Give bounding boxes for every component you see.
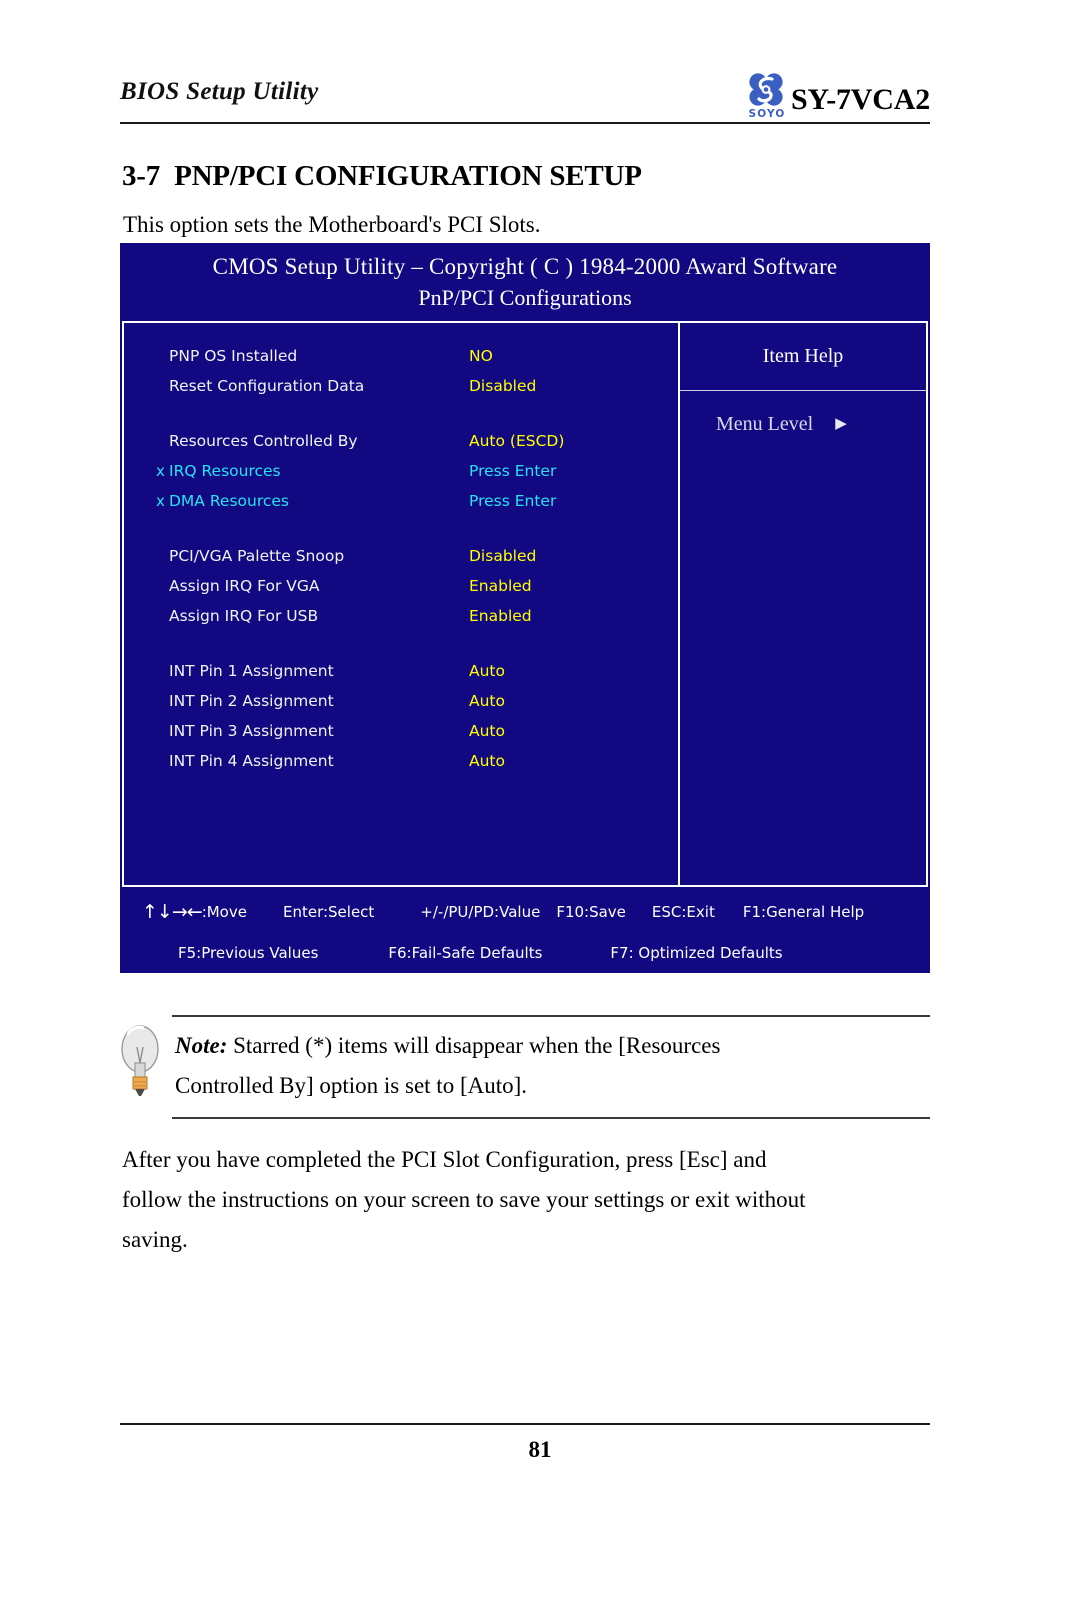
bios-screen: CMOS Setup Utility – Copyright ( C ) 198… <box>120 243 930 973</box>
key-optimized-defaults: F7: Optimized Defaults <box>610 943 783 962</box>
bios-option-value[interactable]: Enabled <box>469 577 532 595</box>
note-block: Note: Starred (*) items will disappear w… <box>110 1015 930 1119</box>
bios-option-label: Reset Configuration Data <box>169 377 365 395</box>
bios-option-label: PNP OS Installed <box>169 347 298 365</box>
bios-title-line2: PnP/PCI Configurations <box>418 284 632 310</box>
soyo-logo: SOYO <box>744 72 790 120</box>
menu-level-label: Menu Level <box>716 413 814 435</box>
bios-option-row[interactable]: PCI/VGA Palette Snoop Disabled <box>124 541 678 571</box>
menu-level-row: Menu Level ▶ <box>680 391 926 436</box>
section-number: 3-7 <box>122 160 161 192</box>
bios-option-spacer <box>124 631 678 656</box>
bios-options-panel: PNP OS Installed NO Reset Configuration Da… <box>124 323 680 885</box>
bios-option-label: INT Pin 4 Assignment <box>169 752 334 770</box>
bios-option-value[interactable]: Disabled <box>469 377 536 395</box>
brand-lockup: SOYO SY-7VCA2 <box>744 72 930 120</box>
key-general-help: F1:General Help <box>742 902 865 921</box>
bios-option-row[interactable]: Assign IRQ For VGA Enabled <box>124 571 678 601</box>
board-model: SY-7VCA2 <box>791 83 930 116</box>
item-help-title: Item Help <box>680 323 926 391</box>
bios-option-spacer <box>124 401 678 426</box>
section-heading-text: PNP/PCI CONFIGURATION SETUP <box>174 160 642 192</box>
footer-divider <box>120 1423 930 1425</box>
bios-option-label: Assign IRQ For VGA <box>169 577 320 595</box>
bios-body: PNP OS Installed NO Reset Configuration Da… <box>122 321 928 887</box>
bios-option-label: Resources Controlled By <box>169 432 358 450</box>
bios-option-value[interactable]: Auto <box>469 722 505 740</box>
key-exit: ESC:Exit <box>651 902 715 921</box>
paragraph-line-3: saving. <box>122 1227 188 1252</box>
bios-option-row[interactable]: INT Pin 2 Assignment Auto <box>124 686 678 716</box>
page-header: BIOS Setup Utility SOYO SY-7VCA2 <box>120 72 930 124</box>
note-body: Note: Starred (*) items will disappear w… <box>172 1015 930 1119</box>
lightbulb-icon <box>121 1025 159 1096</box>
bios-titlebar: CMOS Setup Utility – Copyright ( C ) 198… <box>120 243 930 321</box>
chevron-right-icon: ▶ <box>835 416 847 432</box>
soyo-clover-logo-icon <box>749 73 783 106</box>
bios-option-label: INT Pin 3 Assignment <box>169 722 334 740</box>
body-paragraph: After you have completed the PCI Slot Co… <box>122 1140 922 1260</box>
paragraph-line-2: follow the instructions on your screen t… <box>122 1187 806 1212</box>
bios-option-marker: x <box>156 492 165 510</box>
note-line-1: Note: Starred (*) items will disappear w… <box>172 1026 930 1066</box>
note-label: Note: <box>175 1033 228 1058</box>
bios-option-row[interactable]: Resources Controlled By Auto (ESCD) <box>124 426 678 456</box>
bios-option-value[interactable]: Press Enter <box>469 462 556 480</box>
page-title: 3-7 PNP/PCI CONFIGURATION SETUP <box>122 160 642 193</box>
bios-option-row[interactable]: Assign IRQ For USB Enabled <box>124 601 678 631</box>
key-value: +/-/PU/PD:Value <box>420 902 541 921</box>
bios-option-label: INT Pin 2 Assignment <box>169 692 334 710</box>
note-text-1: Starred (*) items will disappear when th… <box>227 1033 721 1058</box>
bios-option-row[interactable]: INT Pin 1 Assignment Auto <box>124 656 678 686</box>
key-move-label: :Move <box>201 902 247 921</box>
bios-option-row[interactable]: x DMA Resources Press Enter <box>124 486 678 516</box>
bios-option-row[interactable]: INT Pin 4 Assignment Auto <box>124 746 678 776</box>
key-failsafe-defaults: F6:Fail-Safe Defaults <box>388 943 543 962</box>
bios-option-list: PNP OS Installed NO Reset Configuration Da… <box>124 341 678 776</box>
bios-option-value[interactable]: Auto (ESCD) <box>469 432 564 450</box>
paragraph-line-1: After you have completed the PCI Slot Co… <box>122 1147 767 1172</box>
section-subtitle: This option sets the Motherboard's PCI S… <box>123 212 541 237</box>
bios-option-label: PCI/VGA Palette Snoop <box>169 547 345 565</box>
bios-key-legend: ↑↓→←:Move Enter:Select +/-/PU/PD:Value F… <box>120 891 930 973</box>
key-previous-values: F5:Previous Values <box>178 943 319 962</box>
bios-option-value[interactable]: NO <box>469 347 493 365</box>
bios-option-value[interactable]: Auto <box>469 662 505 680</box>
bios-option-value[interactable]: Auto <box>469 692 505 710</box>
bios-option-value[interactable]: Press Enter <box>469 492 556 510</box>
bios-option-label: Assign IRQ For USB <box>169 607 319 625</box>
bios-key-legend-row1: ↑↓→←:Move Enter:Select +/-/PU/PD:Value F… <box>120 891 930 932</box>
bios-option-row[interactable]: PNP OS Installed NO <box>124 341 678 371</box>
note-line-2: Controlled By] option is set to [Auto]. <box>175 1073 528 1098</box>
bios-option-label: DMA Resources <box>169 492 289 510</box>
page-number: 81 <box>528 1437 552 1462</box>
soyo-wordmark: SOYO <box>748 108 786 120</box>
bios-option-label: IRQ Resources <box>169 462 281 480</box>
bios-key-legend-row2: F5:Previous Values F6:Fail-Safe Defaults… <box>120 932 930 973</box>
key-save: F10:Save <box>556 902 626 921</box>
bios-option-row[interactable]: INT Pin 3 Assignment Auto <box>124 716 678 746</box>
bios-option-label: INT Pin 1 Assignment <box>169 662 334 680</box>
bios-help-panel: Item Help Menu Level ▶ <box>680 323 926 885</box>
bios-option-spacer <box>124 516 678 541</box>
page-header-title: BIOS Setup Utility <box>120 78 319 105</box>
bios-option-marker: x <box>156 462 165 480</box>
header-divider <box>120 122 930 124</box>
bios-option-value[interactable]: Disabled <box>469 547 536 565</box>
move-arrows-icon: ↑↓→← <box>142 900 203 923</box>
bios-option-value[interactable]: Enabled <box>469 607 532 625</box>
key-enter-select: Enter:Select <box>282 902 375 921</box>
bios-title-line1: CMOS Setup Utility – Copyright ( C ) 198… <box>212 253 838 279</box>
bios-option-row[interactable]: x IRQ Resources Press Enter <box>124 456 678 486</box>
bios-option-row[interactable]: Reset Configuration Data Disabled <box>124 371 678 401</box>
bios-option-value[interactable]: Auto <box>469 752 505 770</box>
